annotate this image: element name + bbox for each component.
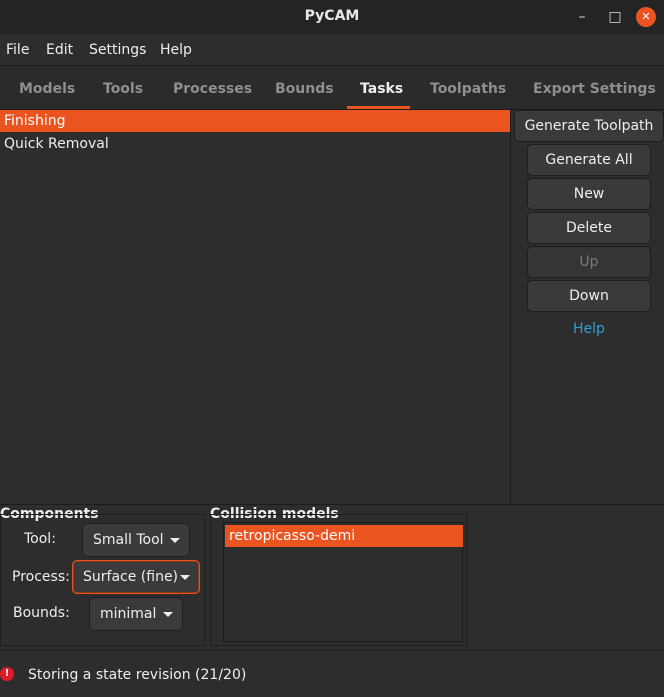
tab-bar: Models Tools Processes Bounds Tasks Tool…: [0, 66, 664, 110]
task-row[interactable]: Quick Removal: [0, 133, 510, 155]
status-message: Storing a state revision (21/20): [28, 667, 247, 683]
panel-divider: [510, 110, 511, 504]
task-list[interactable]: Finishing Quick Removal: [0, 110, 510, 504]
menu-file[interactable]: File: [6, 42, 29, 58]
menu-help[interactable]: Help: [160, 42, 192, 58]
tool-label: Tool:: [24, 531, 56, 547]
error-icon: !: [0, 667, 14, 681]
menu-bar: File Edit Settings Help: [0, 34, 664, 66]
menu-edit[interactable]: Edit: [46, 42, 73, 58]
generate-toolpath-button[interactable]: Generate Toolpath: [514, 110, 664, 142]
collision-models-list[interactable]: retropicasso-demi: [223, 522, 463, 642]
generate-all-button[interactable]: Generate All: [527, 144, 651, 176]
window-title: PyCAM: [304, 8, 360, 24]
chevron-down-icon: [163, 612, 173, 617]
chevron-down-icon: [170, 538, 180, 543]
tool-combo-value: Small Tool: [93, 532, 164, 548]
process-combo-value: Surface (fine): [83, 569, 179, 585]
tab-tools[interactable]: Tools: [103, 81, 143, 97]
minimize-icon[interactable]: –: [572, 7, 592, 27]
collision-model-row[interactable]: retropicasso-demi: [225, 525, 463, 547]
tab-bounds[interactable]: Bounds: [275, 81, 334, 97]
help-link[interactable]: Help: [527, 321, 651, 337]
up-button[interactable]: Up: [527, 246, 651, 278]
new-button[interactable]: New: [527, 178, 651, 210]
maximize-icon[interactable]: □: [605, 7, 625, 27]
task-row[interactable]: Finishing: [0, 110, 510, 132]
delete-button[interactable]: Delete: [527, 212, 651, 244]
tab-toolpaths[interactable]: Toolpaths: [430, 81, 506, 97]
tab-models[interactable]: Models: [19, 81, 75, 97]
process-label: Process:: [12, 569, 70, 585]
bounds-combo-value: minimal: [100, 606, 157, 622]
tab-tasks[interactable]: Tasks: [360, 81, 403, 97]
tab-export-settings[interactable]: Export Settings: [533, 81, 656, 97]
tab-processes[interactable]: Processes: [173, 81, 252, 97]
status-bar: ! Storing a state revision (21/20): [0, 650, 664, 697]
section-divider: [0, 504, 664, 505]
tool-combo[interactable]: Small Tool: [82, 523, 190, 557]
menu-settings[interactable]: Settings: [89, 42, 146, 58]
title-bar: PyCAM – □ ✕: [0, 0, 664, 34]
bounds-combo[interactable]: minimal: [89, 597, 183, 631]
process-combo[interactable]: Surface (fine): [72, 560, 200, 594]
bounds-label: Bounds:: [13, 605, 70, 621]
down-button[interactable]: Down: [527, 280, 651, 312]
close-icon[interactable]: ✕: [636, 7, 656, 27]
active-tab-indicator: [347, 106, 410, 109]
chevron-down-icon: [180, 575, 190, 580]
